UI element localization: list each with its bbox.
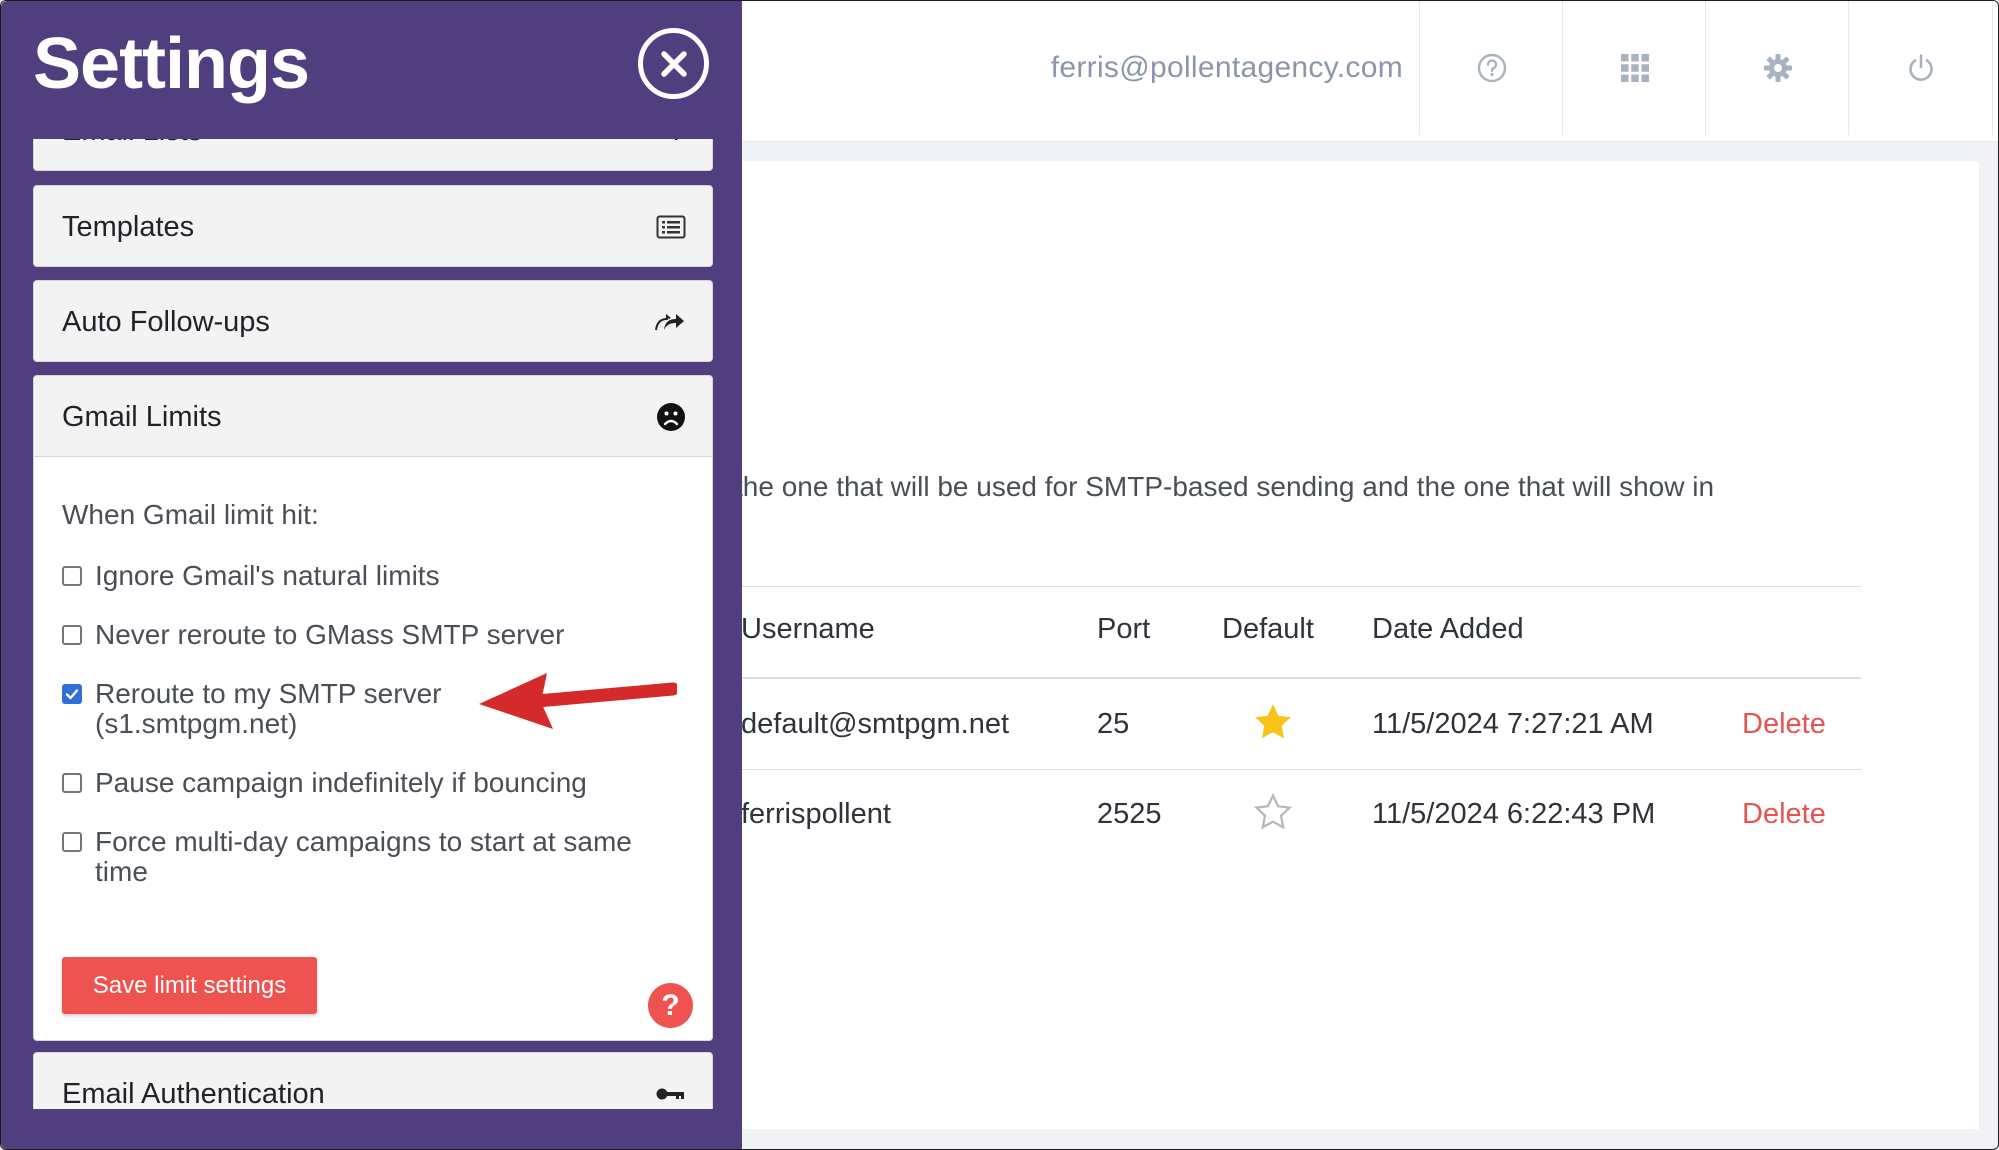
row1-port: 25	[1097, 708, 1130, 740]
accordion-email-lists[interactable]: Email Lists	[33, 139, 713, 171]
header-divider	[731, 677, 1861, 679]
accordion-auto-follow-ups[interactable]: Auto Follow-ups	[33, 280, 713, 362]
annotation-arrow-icon	[477, 671, 680, 736]
smtp-description: the one that will be used for SMTP-based…	[735, 471, 1715, 502]
gmail-limits-panel: When Gmail limit hit: Ignore Gmail's nat…	[33, 457, 713, 1041]
close-icon[interactable]	[638, 28, 709, 99]
option-label: Ignore Gmail's natural limits	[95, 560, 440, 591]
table-top-border	[731, 586, 1861, 587]
pause-bouncing-checkbox[interactable]	[62, 773, 82, 793]
option-label: Reroute to my SMTP server (s1.smtpgm.net…	[95, 678, 442, 739]
apps-grid-icon[interactable]	[1562, 1, 1706, 135]
key-icon	[656, 1053, 686, 1109]
forward-icon	[654, 281, 686, 363]
row2-username: ferrispollent	[741, 798, 891, 830]
col-username: Username	[741, 613, 875, 645]
panel-title: Settings	[33, 24, 310, 104]
smtp-settings-card	[731, 161, 1979, 1129]
row-divider	[731, 769, 1861, 770]
row1-date: 11/5/2024 7:27:21 AM	[1372, 708, 1654, 740]
help-icon[interactable]	[1419, 1, 1563, 135]
option-label: Force multi-day campaigns to start at sa…	[95, 826, 632, 887]
app-window: ferris@pollentagency.com the one that wi…	[0, 0, 1999, 1150]
list-icon	[656, 186, 686, 268]
gmail-limits-heading: When Gmail limit hit:	[62, 499, 319, 530]
accordion-templates[interactable]: Templates	[33, 185, 713, 267]
row1-delete-link[interactable]: Delete	[1742, 708, 1826, 741]
accordion-label: Auto Follow-ups	[62, 305, 270, 338]
col-date-added: Date Added	[1372, 613, 1524, 645]
row2-delete-link[interactable]: Delete	[1742, 798, 1826, 831]
row2-date: 11/5/2024 6:22:43 PM	[1372, 798, 1656, 830]
settings-scroll-area[interactable]: Email Lists Templates Auto Follow-ups	[33, 139, 713, 1109]
accordion-email-authentication[interactable]: Email Authentication	[33, 1052, 713, 1109]
power-icon[interactable]	[1848, 1, 1993, 135]
ignore-limits-checkbox[interactable]	[62, 566, 82, 586]
row2-port: 2525	[1097, 798, 1162, 830]
accordion-label: Templates	[62, 210, 195, 243]
accordion-label: Email Lists	[62, 139, 202, 172]
user-email[interactable]: ferris@pollentagency.com	[1031, 1, 1403, 135]
accordion-label: Email Authentication	[62, 1077, 325, 1110]
settings-panel: Settings Email Lists Templates Auto Fol	[1, 1, 742, 1149]
accordion-gmail-limits[interactable]: Gmail Limits	[33, 375, 713, 457]
save-limit-settings-button[interactable]: Save limit settings	[62, 957, 317, 1014]
option-label: Pause campaign indefinitely if bouncing	[95, 767, 587, 798]
col-default: Default	[1222, 613, 1314, 645]
col-port: Port	[1097, 613, 1151, 645]
accordion-label: Gmail Limits	[62, 400, 222, 433]
force-multi-day-checkbox[interactable]	[62, 832, 82, 852]
gear-icon[interactable]	[1705, 1, 1849, 135]
sad-face-icon	[656, 376, 686, 458]
row1-username: default@smtpgm.net	[741, 708, 1010, 740]
option-label: Never reroute to GMass SMTP server	[95, 619, 565, 650]
default-star-outline-icon[interactable]	[1252, 791, 1294, 838]
list-edit-icon	[658, 139, 686, 172]
never-reroute-checkbox[interactable]	[62, 625, 82, 645]
help-circle-icon[interactable]: ?	[648, 983, 693, 1028]
reroute-smtp-checkbox[interactable]	[62, 684, 82, 704]
default-star-filled-icon[interactable]	[1252, 701, 1294, 748]
